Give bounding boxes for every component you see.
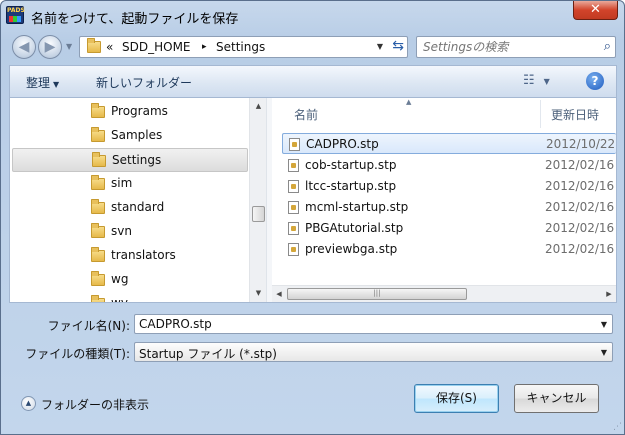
folder-icon (91, 127, 105, 142)
title-bar: PADS 名前をつけて、起動ファイルを保存 ✕ (1, 1, 624, 31)
hide-folders-label: フォルダーの非表示 (41, 398, 150, 412)
sort-indicator-icon: ▲ (406, 98, 412, 106)
file-icon (288, 243, 299, 256)
chevron-down-icon: ▼ (543, 77, 550, 86)
new-folder-button[interactable]: 新しいフォルダー (96, 74, 192, 91)
chevron-down-icon[interactable]: ▼ (601, 320, 607, 329)
cancel-button[interactable]: キャンセル (514, 384, 599, 413)
chevron-up-icon: ▲ (21, 396, 36, 411)
scroll-up-icon[interactable]: ▲ (250, 98, 266, 115)
scroll-left-icon[interactable]: ◀ (272, 286, 286, 302)
file-row[interactable]: cob-startup.stp 2012/02/16 1 (282, 155, 616, 176)
file-row[interactable]: mcml-startup.stp 2012/02/16 1 (282, 197, 616, 218)
filetype-label: ファイルの種類(T): (25, 347, 130, 361)
window-title: 名前をつけて、起動ファイルを保存 (31, 12, 239, 27)
folder-icon (91, 103, 105, 118)
file-row[interactable]: PBGAtutorial.stp 2012/02/16 1 (282, 218, 616, 239)
tree-item-samples[interactable]: Samples (10, 123, 248, 147)
resize-grip-icon[interactable]: ⋰ (613, 422, 622, 432)
tree-vertical-scrollbar[interactable]: ▲ ▼ (249, 98, 266, 302)
organize-label: 整理 (26, 76, 51, 90)
filename-label: ファイル名(N): (47, 319, 130, 333)
tree-item-translators[interactable]: translators (10, 243, 248, 267)
file-row[interactable]: ltcc-startup.stp 2012/02/16 1 (282, 176, 616, 197)
breadcrumb-sdd-home[interactable]: SDD_HOME (122, 40, 191, 54)
command-bar: 整理 ▼ 新しいフォルダー ☷ ▼ ? (9, 65, 617, 97)
column-header-date[interactable]: 更新日時 (551, 106, 599, 123)
recent-locations-dropdown[interactable]: ▼ (66, 42, 72, 51)
tree-item-standard[interactable]: standard (10, 195, 248, 219)
tree-item-settings[interactable]: Settings (12, 148, 248, 172)
filetype-select[interactable]: Startup ファイル (*.stp) ▼ (134, 342, 613, 362)
file-list: ▲ 名前 更新日時 CADPRO.stp 2012/10/22 9 cob-st… (272, 98, 616, 302)
file-row[interactable]: CADPRO.stp 2012/10/22 9 (282, 133, 616, 154)
save-button[interactable]: 保存(S) (414, 384, 499, 413)
filename-field[interactable]: CADPRO.stp ▼ (134, 314, 613, 334)
breadcrumb-settings[interactable]: Settings (216, 40, 265, 54)
scroll-down-icon[interactable]: ▼ (250, 285, 266, 302)
chevron-down-icon[interactable]: ▼ (601, 348, 607, 357)
organize-button[interactable]: 整理 ▼ (26, 74, 59, 91)
arrow-right-icon: ▶ (44, 39, 56, 55)
folder-icon (91, 199, 105, 214)
tree-item-svn[interactable]: svn (10, 219, 248, 243)
address-dropdown-icon[interactable]: ▼ (377, 42, 383, 51)
breadcrumb-separator-icon[interactable]: ▸ (202, 42, 207, 52)
scroll-thumb[interactable]: ||| (287, 288, 467, 300)
list-view-icon: ☷ (523, 73, 535, 88)
refresh-icon[interactable]: ⇆ (392, 38, 404, 54)
navigation-pane: Programs Samples Settings sim standard s… (10, 98, 266, 302)
search-input[interactable] (423, 40, 583, 54)
search-box[interactable]: ⌕ (416, 36, 616, 58)
close-button[interactable]: ✕ (573, 1, 618, 20)
file-row[interactable]: previewbga.stp 2012/02/16 1 (282, 239, 616, 260)
file-icon (289, 138, 300, 151)
chevron-down-icon: ▼ (53, 80, 60, 89)
view-options-button[interactable]: ☷ ▼ (523, 73, 550, 88)
back-button[interactable]: ◀ (12, 35, 36, 59)
scroll-thumb[interactable] (252, 206, 265, 222)
browser-panes: Programs Samples Settings sim standard s… (9, 97, 617, 303)
breadcrumb-overflow[interactable]: « (106, 40, 113, 54)
tree-item-programs[interactable]: Programs (10, 99, 248, 123)
file-icon (288, 180, 299, 193)
address-bar[interactable]: « SDD_HOME ▸ Settings ▼ ⇆ (79, 36, 408, 58)
folder-icon (87, 38, 101, 53)
folder-icon (91, 175, 105, 190)
file-icon (288, 201, 299, 214)
forward-button[interactable]: ▶ (38, 35, 62, 59)
filetype-value: Startup ファイル (*.stp) (139, 347, 277, 361)
app-icon: PADS (6, 6, 25, 24)
tree-item-wv[interactable]: wv (10, 291, 248, 302)
tree-item-wg[interactable]: wg (10, 267, 248, 291)
column-header-name[interactable]: 名前 (294, 106, 318, 123)
save-dialog: PADS 名前をつけて、起動ファイルを保存 ✕ ◀ ▶ ▼ « SDD_HOME… (0, 0, 625, 435)
search-icon[interactable]: ⌕ (604, 39, 611, 54)
tree-item-sim[interactable]: sim (10, 171, 248, 195)
arrow-left-icon: ◀ (18, 39, 30, 55)
file-list-horizontal-scrollbar[interactable]: ◀ ||| ▶ (272, 285, 616, 302)
column-divider[interactable] (540, 100, 541, 128)
file-icon (288, 159, 299, 172)
folder-icon (91, 223, 105, 238)
folder-icon (91, 295, 105, 302)
filename-value: CADPRO.stp (139, 317, 212, 331)
file-icon (288, 222, 299, 235)
folder-icon (92, 152, 106, 167)
folder-icon (91, 271, 105, 286)
scroll-right-icon[interactable]: ▶ (602, 286, 616, 302)
folder-icon (91, 247, 105, 262)
help-icon[interactable]: ? (586, 72, 604, 90)
